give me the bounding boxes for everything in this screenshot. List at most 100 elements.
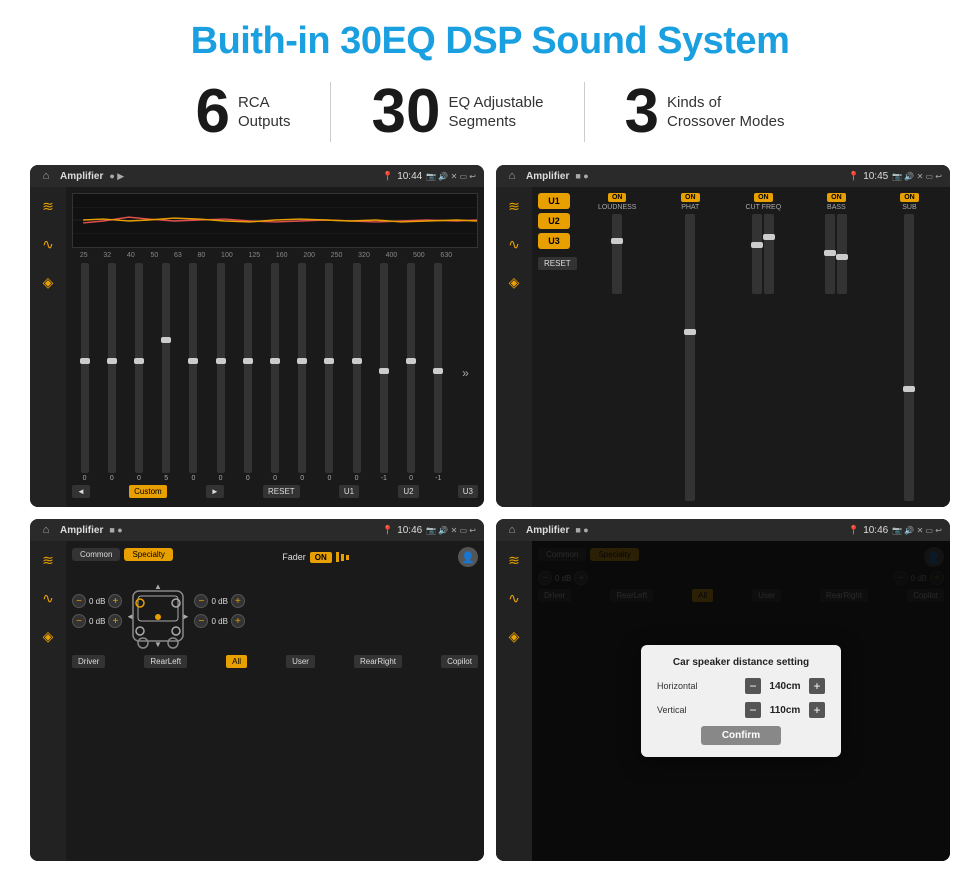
toggle-bass[interactable]: ON — [827, 193, 846, 202]
eq-play-btn[interactable]: ► — [206, 485, 224, 498]
tab-specialty[interactable]: Specialty — [124, 548, 172, 561]
toggle-loudness[interactable]: ON — [608, 193, 627, 202]
bottom-btns-bl: Driver RearLeft All User RearRight Copil… — [72, 655, 478, 668]
vertical-value: 110cm — [765, 705, 805, 716]
fader-screen-br-bg: Common Specialty 👤 − 0 dB + — [532, 541, 950, 861]
eq-custom-btn[interactable]: Custom — [129, 485, 167, 498]
fader-on-btn[interactable]: ON — [310, 552, 332, 563]
speaker-icon-br[interactable]: ◈ — [503, 625, 525, 647]
stat-eq: 30 EQ Adjustable Segments — [331, 81, 583, 143]
time-tl: 10:44 — [397, 171, 422, 182]
horizontal-plus[interactable]: + — [809, 678, 825, 694]
svg-text:►: ► — [183, 612, 189, 621]
label-cutfreq: CUT FREQ — [746, 204, 782, 211]
btn-user[interactable]: User — [286, 655, 315, 668]
vol-plus-rl[interactable]: + — [108, 614, 122, 628]
amp-reset-btn[interactable]: RESET — [538, 257, 577, 270]
eq-slider-3: 5 — [154, 263, 179, 482]
channel-cutfreq: ON CUT FREQ — [729, 193, 798, 501]
preset-u1[interactable]: U1 — [538, 193, 570, 209]
btn-copilot[interactable]: Copilot — [441, 655, 478, 668]
app-name-br: Amplifier — [526, 525, 569, 536]
btn-driver[interactable]: Driver — [72, 655, 105, 668]
wave-icon-bl[interactable]: ∿ — [37, 587, 59, 609]
stat-rca: 6 RCA Outputs — [155, 81, 330, 143]
vol-minus-fr[interactable]: − — [194, 594, 208, 608]
status-right-br: 📍 10:46 📷 🔊 ✕ ▭ ↩ — [848, 525, 942, 536]
vol-minus-fl[interactable]: − — [72, 594, 86, 608]
screenshots-grid: ⌂ Amplifier ● ▶ 📍 10:44 📷 🔊 ✕ ▭ ↩ ≋ ∿ ◈ — [30, 165, 950, 861]
toggle-cutfreq[interactable]: ON — [754, 193, 773, 202]
wave-icon-tr[interactable]: ∿ — [503, 233, 525, 255]
vol-plus-fl[interactable]: + — [108, 594, 122, 608]
tab-common[interactable]: Common — [72, 548, 120, 561]
modal-horizontal-row: Horizontal − 140cm + — [657, 678, 825, 694]
label-bass: BASS — [827, 204, 846, 211]
eq-graph — [72, 193, 478, 248]
status-left-bl: ⌂ Amplifier ■ ● — [38, 522, 123, 538]
profile-icon-bl[interactable]: 👤 — [458, 547, 478, 567]
screen-content-br: ≋ ∿ ◈ Common Specialty 👤 — [496, 541, 950, 861]
channel-sub: ON SUB — [875, 193, 944, 501]
eq-icon-tr[interactable]: ≋ — [503, 195, 525, 217]
horizontal-minus[interactable]: − — [745, 678, 761, 694]
eq-screen: 25 32 40 50 63 80 100 125 160 200 250 32… — [66, 187, 484, 507]
app-name-bl: Amplifier — [60, 525, 103, 536]
eq-u2-btn[interactable]: U2 — [398, 485, 418, 498]
home-icon-tr[interactable]: ⌂ — [504, 168, 520, 184]
vol-plus-rr[interactable]: + — [231, 614, 245, 628]
sidebar-bl: ≋ ∿ ◈ — [30, 541, 66, 861]
eq-back-btn[interactable]: ◄ — [72, 485, 90, 498]
stat-desc-crossover: Kinds of Crossover Modes — [667, 93, 785, 132]
speaker-icon-tr[interactable]: ◈ — [503, 271, 525, 293]
home-icon-tl[interactable]: ⌂ — [38, 168, 54, 184]
toggle-phat[interactable]: ON — [681, 193, 700, 202]
screen-top-right: ⌂ Amplifier ■ ● 📍 10:45 📷 🔊 ✕ ▭ ↩ ≋ ∿ ◈ — [496, 165, 950, 507]
channel-phat: ON PHAT — [656, 193, 725, 501]
eq-icon-bl[interactable]: ≋ — [37, 549, 59, 571]
eq-slider-4: 0 — [181, 263, 206, 482]
eq-reset-btn[interactable]: RESET — [263, 485, 300, 498]
eq-more: » — [453, 263, 478, 482]
btn-rearleft[interactable]: RearLeft — [144, 655, 187, 668]
eq-slider-13: -1 — [426, 263, 451, 482]
speaker-layout: − 0 dB + − 0 dB + — [72, 571, 478, 651]
vertical-minus[interactable]: − — [745, 702, 761, 718]
speaker-icon-bl[interactable]: ◈ — [37, 625, 59, 647]
time-br: 10:46 — [863, 525, 888, 536]
eq-icon-br[interactable]: ≋ — [503, 549, 525, 571]
vol-ctrl-rl: − 0 dB + — [72, 614, 122, 628]
sidebar-br: ≋ ∿ ◈ — [496, 541, 532, 861]
svg-text:▼: ▼ — [155, 640, 163, 649]
eq-u3-btn[interactable]: U3 — [458, 485, 478, 498]
wave-icon-br[interactable]: ∿ — [503, 587, 525, 609]
eq-slider-6: 0 — [235, 263, 260, 482]
sidebar-tl: ≋ ∿ ◈ — [30, 187, 66, 507]
eq-u1-btn[interactable]: U1 — [339, 485, 359, 498]
btn-all[interactable]: All — [226, 655, 247, 668]
stats-row: 6 RCA Outputs 30 EQ Adjustable Segments … — [30, 81, 950, 143]
vol-minus-rr[interactable]: − — [194, 614, 208, 628]
car-diagram: ▲ ▼ ◄ ► — [128, 571, 188, 651]
home-icon-bl[interactable]: ⌂ — [38, 522, 54, 538]
stat-number-rca: 6 — [195, 81, 229, 143]
eq-slider-1: 0 — [99, 263, 124, 482]
vol-minus-rl[interactable]: − — [72, 614, 86, 628]
eq-controls: ◄ Custom ► RESET U1 U2 U3 — [72, 482, 478, 501]
toggle-sub[interactable]: ON — [900, 193, 919, 202]
vol-plus-fr[interactable]: + — [231, 594, 245, 608]
preset-u2[interactable]: U2 — [538, 213, 570, 229]
confirm-button[interactable]: Confirm — [701, 726, 781, 745]
time-tr: 10:45 — [863, 171, 888, 182]
channel-bass: ON BASS — [802, 193, 871, 501]
vertical-plus[interactable]: + — [809, 702, 825, 718]
status-right-bl: 📍 10:46 📷 🔊 ✕ ▭ ↩ — [382, 525, 476, 536]
home-icon-br[interactable]: ⌂ — [504, 522, 520, 538]
wave-icon-tl[interactable]: ∿ — [37, 233, 59, 255]
btn-rearright[interactable]: RearRight — [354, 655, 402, 668]
status-left-tl: ⌂ Amplifier ● ▶ — [38, 168, 124, 184]
eq-icon-tl[interactable]: ≋ — [37, 195, 59, 217]
preset-u3[interactable]: U3 — [538, 233, 570, 249]
channel-loudness: ON LOUDNESS — [583, 193, 652, 501]
speaker-icon-tl[interactable]: ◈ — [37, 271, 59, 293]
